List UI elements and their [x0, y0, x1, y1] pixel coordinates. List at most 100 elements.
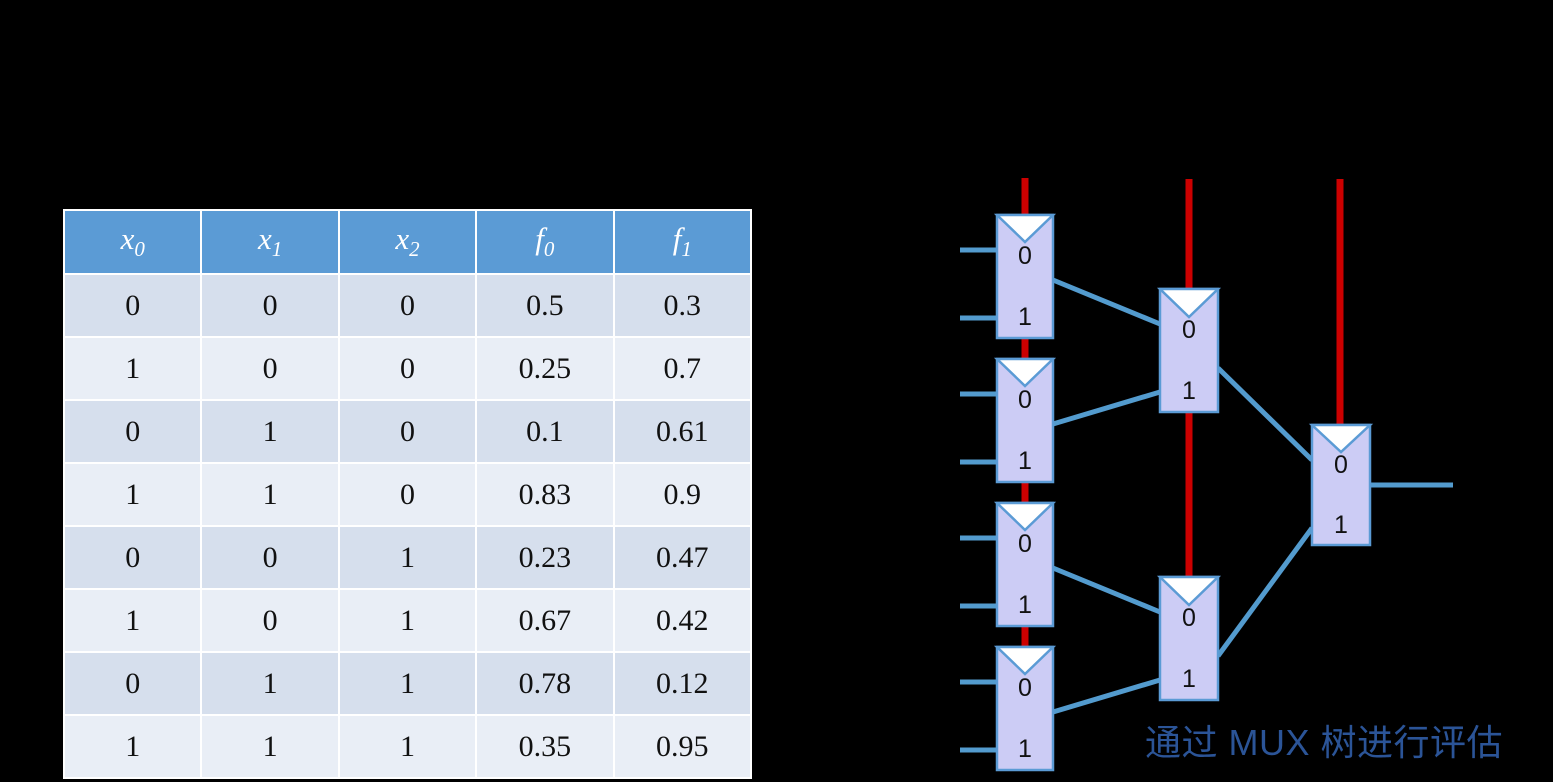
mux-7-port0-label: 0 [1334, 451, 1348, 479]
mux-6[interactable]: 0 1 [1156, 575, 1222, 702]
cell-x2: 0 [337, 399, 478, 464]
table-header-row: x0 x1 x2 f0 f1 [62, 209, 753, 275]
mux-1[interactable]: 0 1 [993, 213, 1057, 340]
cell-x0: 1 [62, 588, 203, 653]
column-header-x0: x0 [62, 209, 203, 275]
mux-6-port1-label: 1 [1182, 665, 1196, 693]
input-stubs-group [960, 247, 997, 753]
mux-2-port1-label: 1 [1018, 447, 1032, 475]
column-header-x2: x2 [337, 209, 478, 275]
interconnect-stage1-stage2 [1052, 277, 1161, 715]
header-subscript: 0 [543, 237, 555, 262]
mux-5-port0-label: 0 [1182, 316, 1196, 344]
cell-f0: 0.78 [475, 651, 615, 716]
mux-tree-svg: 0 1 0 1 0 1 0 1 0 1 0 1 0 1 [960, 178, 1453, 772]
table-row: 0 1 0 0.1 0.61 [62, 399, 753, 464]
cell-f1: 0.3 [612, 273, 753, 338]
cell-x0: 1 [62, 462, 203, 527]
cell-x1: 0 [200, 336, 340, 401]
mux-7[interactable]: 0 1 [1308, 423, 1374, 547]
diagram-caption: 通过 MUX 树进行评估 [1145, 722, 1504, 763]
truth-table-container: x0 x1 x2 f0 f1 0 0 0 0.5 0.3 1 0 0 0.25 … [62, 209, 753, 779]
cell-f0: 0.25 [475, 336, 615, 401]
header-base: f [535, 221, 544, 257]
cell-x2: 0 [337, 336, 478, 401]
cell-f1: 0.12 [612, 651, 753, 716]
header-base: x [257, 221, 272, 257]
cell-f0: 0.1 [475, 399, 615, 464]
table-row: 0 1 1 0.78 0.12 [62, 651, 753, 716]
table-row: 1 0 0 0.25 0.7 [62, 336, 753, 401]
cell-f1: 0.61 [612, 399, 753, 464]
cell-f1: 0.47 [612, 525, 753, 590]
mux-1-port1-label: 1 [1018, 303, 1032, 331]
cell-f1: 0.7 [612, 336, 753, 401]
cell-x2: 1 [337, 714, 478, 779]
cell-x2: 1 [337, 651, 478, 716]
mux-1-port0-label: 0 [1018, 242, 1032, 270]
table-row: 1 0 1 0.67 0.42 [62, 588, 753, 653]
wire-mux2-to-mux5-port1[interactable] [1052, 389, 1161, 427]
table-body: 0 0 0 0.5 0.3 1 0 0 0.25 0.7 0 1 0 0.1 0… [62, 273, 753, 779]
table-head: x0 x1 x2 f0 f1 [62, 209, 753, 275]
header-base: x [395, 221, 410, 257]
cell-f1: 0.95 [612, 714, 753, 779]
mux-4[interactable]: 0 1 [993, 645, 1057, 772]
cell-x0: 1 [62, 336, 203, 401]
truth-table: x0 x1 x2 f0 f1 0 0 0 0.5 0.3 1 0 0 0.25 … [62, 209, 753, 779]
cell-f0: 0.67 [475, 588, 615, 653]
wire-mux5-to-mux7-port0[interactable] [1216, 366, 1314, 462]
cell-f1: 0.42 [612, 588, 753, 653]
mux-2[interactable]: 0 1 [993, 357, 1057, 484]
cell-x1: 1 [200, 462, 340, 527]
mux-3[interactable]: 0 1 [993, 501, 1057, 628]
cell-f0: 0.5 [475, 273, 615, 338]
cell-x1: 1 [200, 399, 340, 464]
column-header-f0: f0 [475, 209, 615, 275]
cell-x0: 0 [62, 525, 203, 590]
cell-x1: 1 [200, 651, 340, 716]
mux-3-port0-label: 0 [1018, 530, 1032, 558]
mux-5-port1-label: 1 [1182, 377, 1196, 405]
cell-f0: 0.83 [475, 462, 615, 527]
mux-4-port0-label: 0 [1018, 674, 1032, 702]
mux-3-port1-label: 1 [1018, 591, 1032, 619]
header-subscript: 1 [681, 237, 692, 262]
cell-x1: 0 [200, 525, 340, 590]
header-subscript: 2 [409, 237, 420, 262]
header-subscript: 1 [271, 237, 283, 262]
interconnect-stage2-stage3 [1215, 366, 1315, 658]
wire-mux6-to-mux7-port1[interactable] [1215, 526, 1315, 658]
mux-tree-diagram: 0 1 0 1 0 1 0 1 0 1 0 1 0 1 [930, 160, 1490, 780]
cell-x1: 0 [200, 588, 340, 653]
mux-4-port1-label: 1 [1018, 735, 1032, 763]
cell-x2: 0 [337, 273, 478, 338]
header-subscript: 0 [134, 237, 145, 262]
table-row: 1 1 1 0.35 0.95 [62, 714, 753, 779]
wire-mux4-to-mux6-port1[interactable] [1052, 677, 1161, 715]
cell-x2: 1 [337, 588, 478, 653]
table-row: 0 0 1 0.23 0.47 [62, 525, 753, 590]
cell-x0: 0 [62, 273, 203, 338]
cell-x1: 1 [200, 714, 340, 779]
header-base: x [120, 221, 135, 257]
table-row: 0 0 0 0.5 0.3 [62, 273, 753, 338]
cell-x0: 1 [62, 714, 203, 779]
mux-7-port1-label: 1 [1334, 511, 1348, 539]
column-header-x1: x1 [200, 209, 340, 275]
mux-2-port0-label: 0 [1018, 386, 1032, 414]
slide-canvas: x0 x1 x2 f0 f1 0 0 0 0.5 0.3 1 0 0 0.25 … [0, 0, 1553, 782]
table-row: 1 1 0 0.83 0.9 [62, 462, 753, 527]
cell-x1: 0 [200, 273, 340, 338]
cell-f1: 0.9 [612, 462, 753, 527]
cell-x2: 1 [337, 525, 478, 590]
wire-mux1-to-mux5-port0[interactable] [1052, 277, 1161, 327]
wire-mux3-to-mux6-port0[interactable] [1052, 565, 1161, 615]
column-header-f1: f1 [612, 209, 753, 275]
cell-f0: 0.35 [475, 714, 615, 779]
cell-x0: 0 [62, 399, 203, 464]
cell-x2: 0 [337, 462, 478, 527]
cell-x0: 0 [62, 651, 203, 716]
mux-5[interactable]: 0 1 [1156, 287, 1222, 414]
mux-6-port0-label: 0 [1182, 604, 1196, 632]
